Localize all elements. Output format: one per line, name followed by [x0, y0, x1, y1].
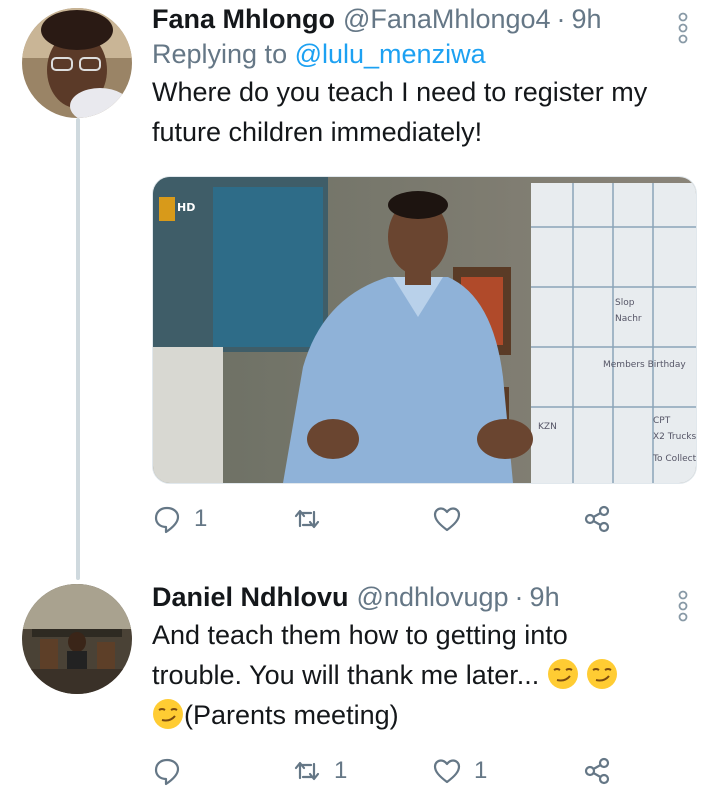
display-name[interactable]: Fana Mhlongo: [152, 4, 335, 35]
svg-text:KZN: KZN: [538, 422, 557, 432]
tweet-fana[interactable]: Fana Mhlongo @FanaMhlongo4 · 9h Replying…: [152, 4, 689, 152]
like-count: 1: [474, 757, 488, 784]
tweet-text-line: future children immediately!: [152, 117, 483, 147]
retweet-button[interactable]: 1: [292, 756, 432, 786]
separator-dot: ·: [556, 4, 566, 34]
avatar-daniel[interactable]: [22, 584, 132, 694]
tweet-media-image[interactable]: Slop Nachr Members Birthday KZN CPT X2 T…: [152, 176, 697, 484]
svg-text:Members Birthday: Members Birthday: [603, 360, 686, 370]
retweet-icon: [294, 761, 320, 781]
tweet-actions: 1: [152, 504, 612, 534]
retweet-count: 1: [334, 757, 348, 784]
separator-dot: ·: [514, 582, 524, 612]
svg-text:Slop: Slop: [615, 298, 635, 308]
mention-link[interactable]: @lulu_menziwa: [295, 39, 486, 69]
share-button[interactable]: [582, 756, 612, 786]
tweet-text: And teach them how to getting into troub…: [152, 615, 689, 735]
reply-button[interactable]: 1: [152, 504, 292, 534]
tweet-text-line: trouble. You will thank me later...: [152, 655, 689, 695]
tweet-header: Daniel Ndhlovu @ndhlovugp · 9h: [152, 582, 689, 613]
svg-text:To Collect: To Collect: [652, 454, 696, 464]
timestamp[interactable]: 9h: [530, 582, 560, 613]
reply-icon: [154, 758, 180, 786]
hd-badge: HD: [177, 201, 195, 214]
display-name[interactable]: Daniel Ndhlovu: [152, 582, 349, 613]
tweet-text: Where do you teach I need to register my…: [152, 72, 689, 152]
more-icon[interactable]: [677, 590, 689, 622]
user-handle[interactable]: @FanaMhlongo4: [343, 4, 551, 35]
like-button[interactable]: [432, 504, 572, 534]
retweet-icon: [294, 509, 320, 529]
smirk-emoji-icon: [153, 699, 183, 729]
replying-prefix: Replying to: [152, 39, 295, 69]
more-icon[interactable]: [677, 12, 689, 44]
like-icon: [433, 507, 461, 532]
smirk-emoji-icon: [547, 659, 578, 689]
like-icon: [433, 759, 461, 784]
tweet-header: Fana Mhlongo @FanaMhlongo4 · 9h: [152, 4, 689, 35]
avatar-image: [22, 584, 132, 694]
retweet-button[interactable]: [292, 504, 432, 534]
media-scene: Slop Nachr Members Birthday KZN CPT X2 T…: [153, 177, 696, 483]
share-button[interactable]: [582, 504, 612, 534]
smirk-emoji-icon: [587, 659, 618, 689]
tweet-daniel[interactable]: Daniel Ndhlovu @ndhlovugp · 9h And teach…: [152, 582, 689, 735]
svg-text:Nachr: Nachr: [615, 314, 642, 324]
share-icon: [584, 505, 610, 533]
svg-text:CPT: CPT: [653, 416, 671, 426]
tweet-text-line: And teach them how to getting into: [152, 620, 568, 650]
like-button[interactable]: 1: [432, 756, 572, 786]
tweet-text-line: (Parents meeting): [152, 695, 689, 735]
user-handle[interactable]: @ndhlovugp: [357, 582, 509, 613]
reply-icon: [154, 506, 180, 534]
svg-text:X2 Trucks: X2 Trucks: [653, 432, 696, 442]
reply-count: 1: [194, 505, 208, 532]
reply-button[interactable]: [152, 756, 292, 786]
thread-connector-line: [76, 118, 80, 580]
avatar-image: [22, 8, 132, 118]
tweet-text-line: Where do you teach I need to register my: [152, 77, 648, 107]
replying-to: Replying to @lulu_menziwa: [152, 39, 689, 70]
tweet-actions: 1 1: [152, 756, 612, 786]
share-icon: [584, 757, 610, 785]
avatar-fana[interactable]: [22, 8, 132, 118]
timestamp[interactable]: 9h: [572, 4, 602, 35]
